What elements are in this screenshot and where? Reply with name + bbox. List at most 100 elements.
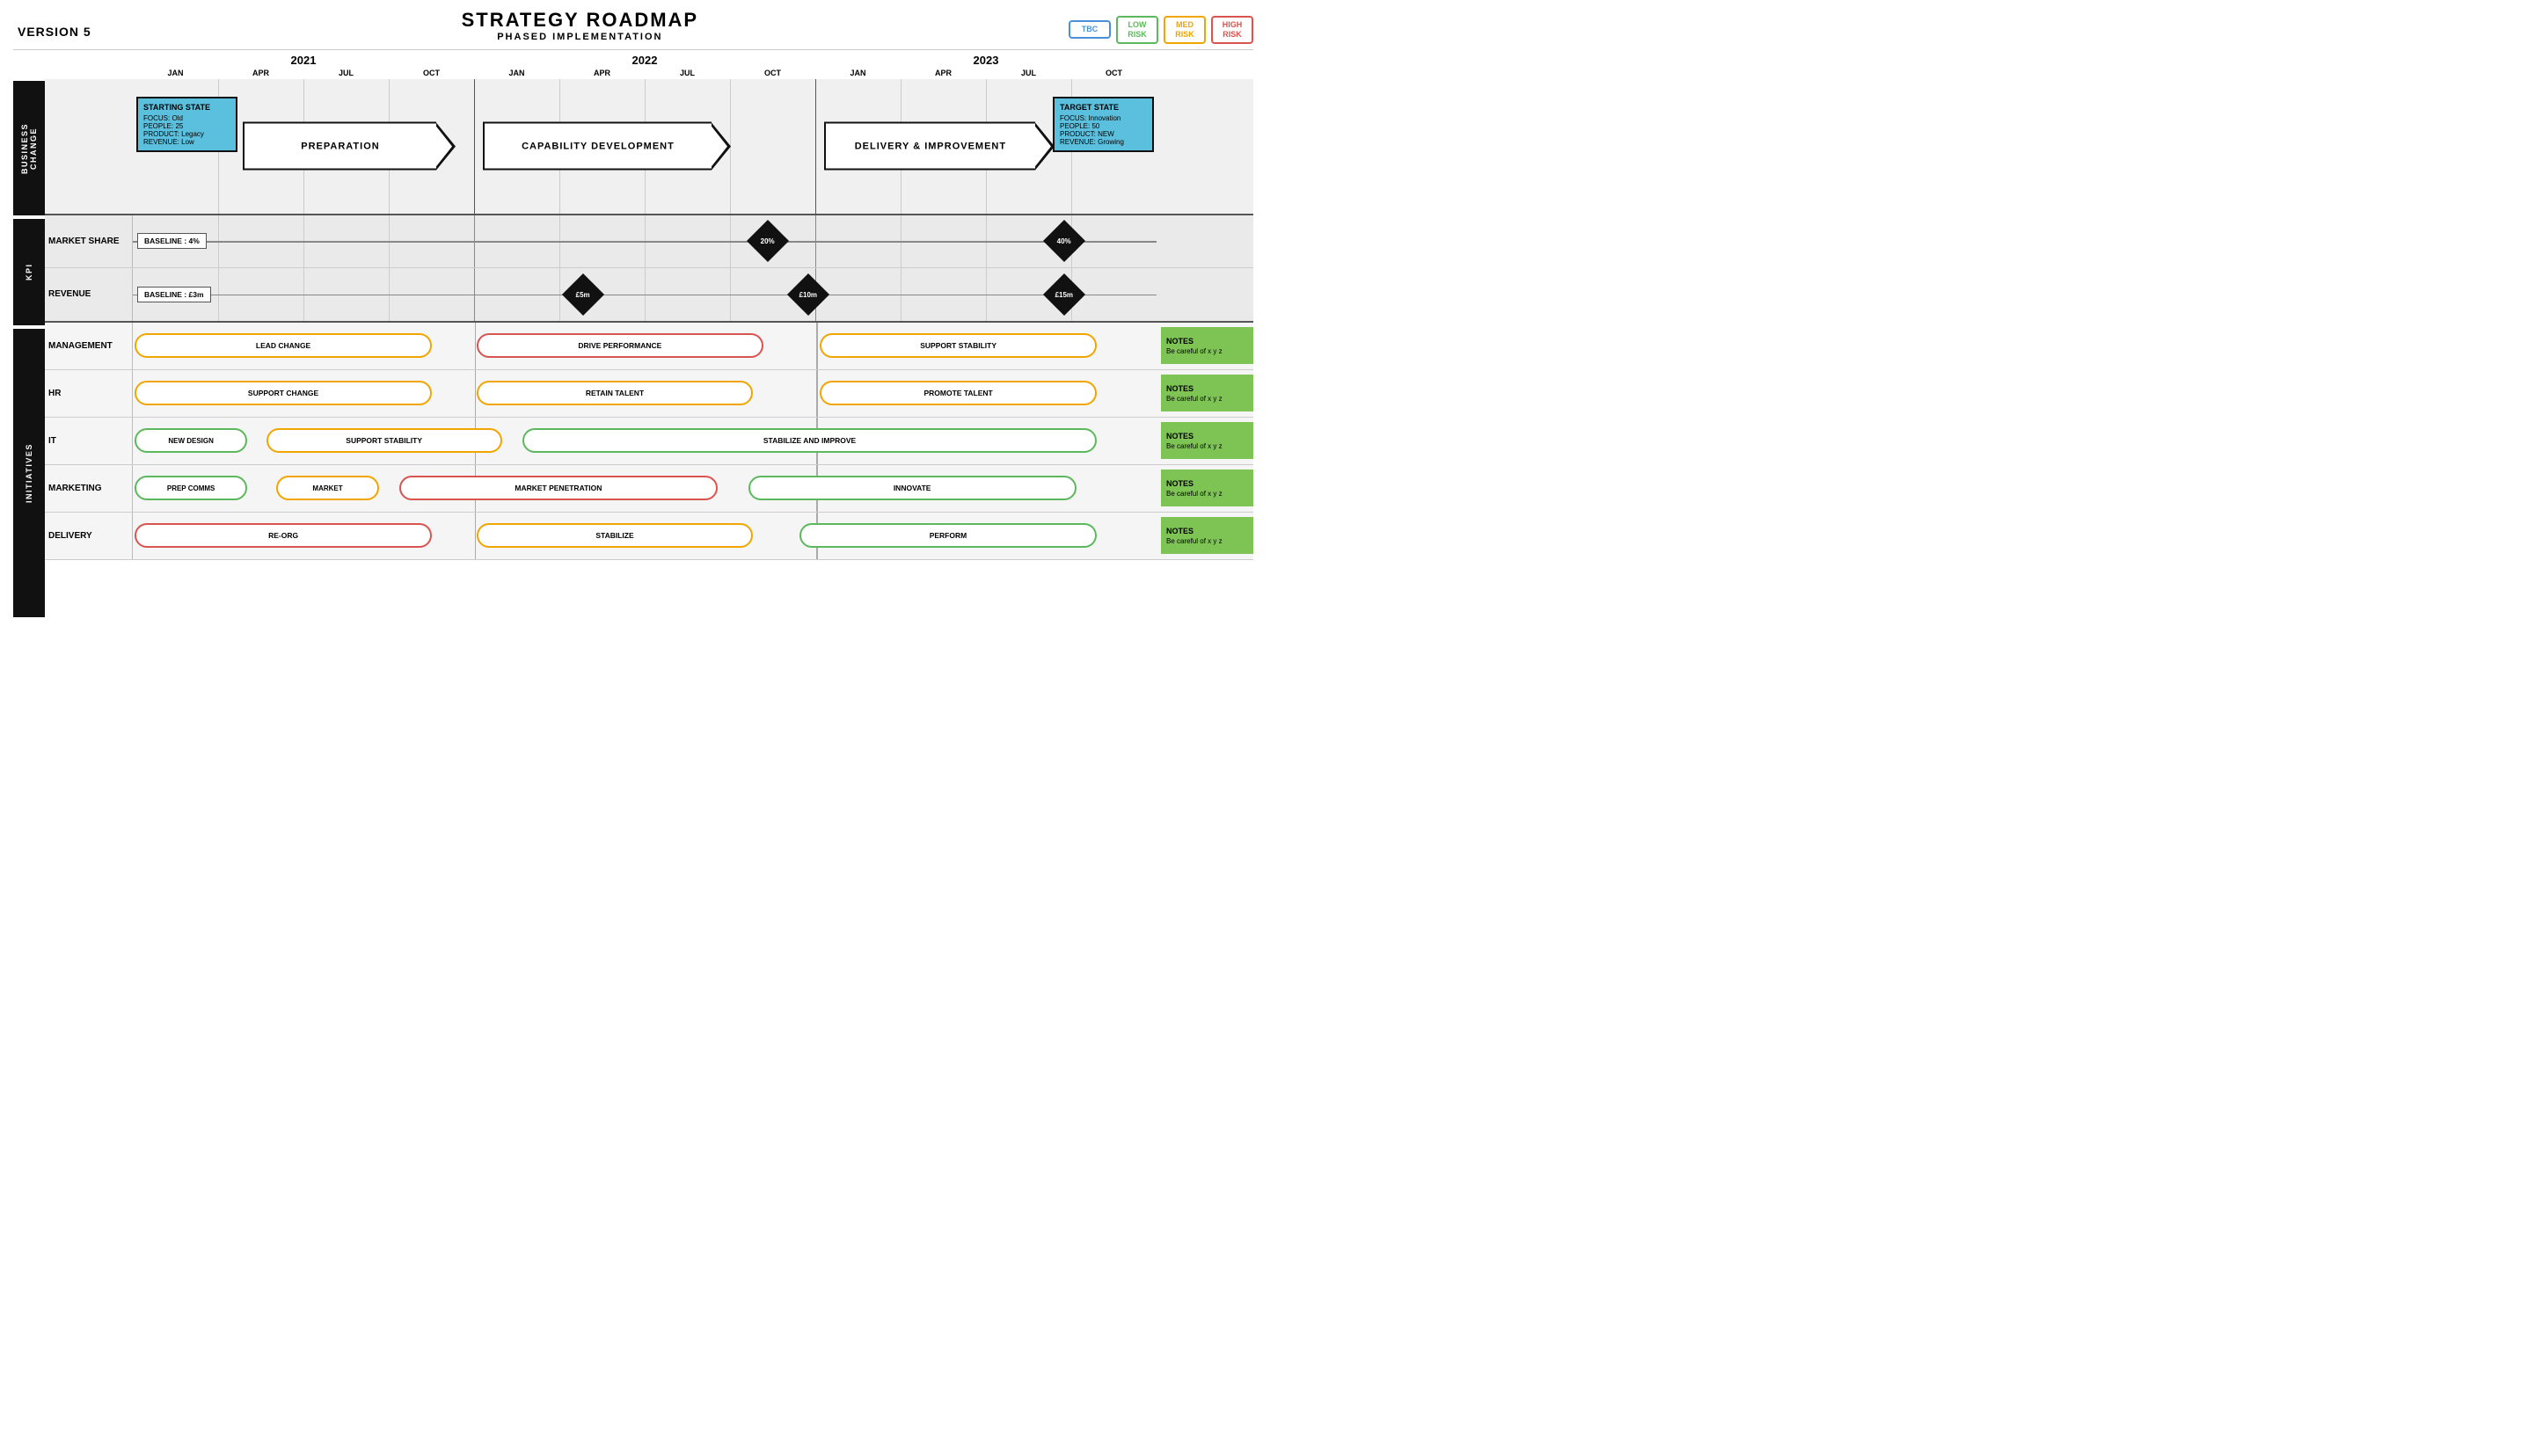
starting-state-title: STARTING STATE bbox=[143, 103, 230, 112]
month-apr-2023: APR bbox=[901, 69, 986, 77]
starting-state-revenue: REVENUE: Low bbox=[143, 138, 230, 146]
target-state-box: TARGET STATE FOCUS: Innovation PEOPLE: 5… bbox=[1053, 97, 1154, 152]
target-state-product: PRODUCT: NEW bbox=[1060, 130, 1147, 138]
section-label-business-change: BUSINESSCHANGE bbox=[13, 79, 45, 215]
marketing-notes-title: NOTES bbox=[1166, 479, 1248, 488]
kpi-market-share-baseline: BASELINE : 4% bbox=[137, 233, 207, 249]
month-oct-2021: OCT bbox=[389, 69, 474, 77]
management-drive-performance: DRIVE PERFORMANCE bbox=[477, 333, 763, 358]
hr-notes: NOTES Be careful of x y z bbox=[1161, 375, 1253, 411]
management-notes-title: NOTES bbox=[1166, 337, 1248, 346]
target-state-title: TARGET STATE bbox=[1060, 103, 1147, 112]
year-2023: 2023 bbox=[974, 54, 999, 67]
legend-area: TBC LOWRISK MEDRISK HIGHRISK bbox=[1069, 16, 1253, 44]
month-jan-2021: JAN bbox=[133, 69, 218, 77]
month-jul-2023: JUL bbox=[986, 69, 1071, 77]
it-notes-text: Be careful of x y z bbox=[1166, 442, 1248, 450]
kpi-revenue-row: REVENUE bbox=[45, 268, 1253, 321]
kpi-revenue-15m: £15m bbox=[1043, 273, 1085, 316]
starting-state-people: PEOPLE: 25 bbox=[143, 122, 230, 130]
kpi-market-share-label: MARKET SHARE bbox=[45, 215, 133, 267]
initiatives-it-row: IT NEW DESIGN SUPPORT STABILITY STABILIZ… bbox=[45, 418, 1253, 465]
hr-notes-text: Be careful of x y z bbox=[1166, 395, 1248, 403]
target-state-focus: FOCUS: Innovation bbox=[1060, 114, 1147, 122]
kpi-market-share-20pct: 20% bbox=[747, 220, 789, 262]
delivery-notes-title: NOTES bbox=[1166, 527, 1248, 535]
kpi-revenue-timeline: BASELINE : £3m £5m £10m £15m bbox=[133, 268, 1157, 321]
hr-promote-talent: PROMOTE TALENT bbox=[820, 381, 1097, 405]
starting-state-product: PRODUCT: Legacy bbox=[143, 130, 230, 138]
management-notes-text: Be careful of x y z bbox=[1166, 347, 1248, 355]
delivery-label: DELIVERY bbox=[45, 513, 133, 559]
it-support-stability: SUPPORT STABILITY bbox=[266, 428, 502, 453]
legend-high: HIGHRISK bbox=[1211, 16, 1253, 44]
marketing-market-penetration: MARKET PENETRATION bbox=[399, 476, 717, 500]
it-timeline: NEW DESIGN SUPPORT STABILITY STABILIZE A… bbox=[133, 418, 1158, 464]
marketing-market: MARKET bbox=[276, 476, 379, 500]
month-oct-2023: OCT bbox=[1071, 69, 1157, 77]
delivery-improvement-arrow: DELIVERY & IMPROVEMENT bbox=[824, 122, 1035, 171]
marketing-prep-comms: PREP COMMS bbox=[135, 476, 247, 500]
title-block: STRATEGY ROADMAP PHASED IMPLEMENTATION bbox=[91, 9, 1069, 42]
delivery-re-org: RE-ORG bbox=[135, 523, 432, 548]
month-jan-2023: JAN bbox=[815, 69, 901, 77]
hr-support-change: SUPPORT CHANGE bbox=[135, 381, 432, 405]
kpi-market-share-40pct: 40% bbox=[1043, 220, 1085, 262]
it-label: IT bbox=[45, 418, 133, 464]
marketing-label: MARKETING bbox=[45, 465, 133, 512]
initiatives-management-row: MANAGEMENT LEAD CHANGE DRIVE PERFORMANCE… bbox=[45, 323, 1253, 370]
legend-med: MEDRISK bbox=[1164, 16, 1206, 44]
management-notes: NOTES Be careful of x y z bbox=[1161, 327, 1253, 364]
preparation-arrow: PREPARATION bbox=[243, 122, 436, 171]
timeline-header: 2021 JAN APR JUL OCT 2022 JAN APR JUL OC… bbox=[13, 54, 1253, 77]
page-title: STRATEGY ROADMAP bbox=[91, 9, 1069, 32]
management-support-stability: SUPPORT STABILITY bbox=[820, 333, 1097, 358]
kpi-revenue-5m: £5m bbox=[562, 273, 604, 316]
header: VERSION 5 STRATEGY ROADMAP PHASED IMPLEM… bbox=[13, 9, 1253, 44]
it-stabilize-improve: STABILIZE AND IMPROVE bbox=[522, 428, 1097, 453]
kpi-revenue-baseline: BASELINE : £3m bbox=[137, 287, 211, 302]
month-jan-2022: JAN bbox=[474, 69, 559, 77]
capability-development-arrow: CAPABILITY DEVELOPMENT bbox=[483, 122, 712, 171]
starting-state-focus: FOCUS: Old bbox=[143, 114, 230, 122]
starting-state-box: STARTING STATE FOCUS: Old PEOPLE: 25 PRO… bbox=[136, 97, 237, 152]
marketing-notes-text: Be careful of x y z bbox=[1166, 490, 1248, 498]
kpi-market-share-timeline: BASELINE : 4% 20% 40% bbox=[133, 215, 1157, 267]
initiatives-section: MANAGEMENT LEAD CHANGE DRIVE PERFORMANCE… bbox=[45, 323, 1253, 560]
marketing-notes: NOTES Be careful of x y z bbox=[1161, 470, 1253, 506]
delivery-timeline: RE-ORG STABILIZE PERFORM bbox=[133, 513, 1158, 559]
section-label-initiatives: INITIATIVES bbox=[13, 327, 45, 617]
delivery-stabilize: STABILIZE bbox=[477, 523, 754, 548]
section-label-kpi: KPI bbox=[13, 217, 45, 325]
delivery-notes: NOTES Be careful of x y z bbox=[1161, 517, 1253, 554]
delivery-notes-text: Be careful of x y z bbox=[1166, 537, 1248, 545]
kpi-market-share-row: MARKET SHARE bbox=[45, 215, 1253, 268]
hr-timeline: SUPPORT CHANGE RETAIN TALENT PROMOTE TAL… bbox=[133, 370, 1158, 417]
legend-tbc: TBC bbox=[1069, 20, 1111, 39]
main-content: BUSINESSCHANGE KPI INITIATIVES bbox=[13, 79, 1253, 617]
header-divider bbox=[13, 49, 1253, 50]
target-state-people: PEOPLE: 50 bbox=[1060, 122, 1147, 130]
month-apr-2022: APR bbox=[559, 69, 645, 77]
management-lead-change: LEAD CHANGE bbox=[135, 333, 432, 358]
it-notes-title: NOTES bbox=[1166, 432, 1248, 440]
legend-low: LOWRISK bbox=[1116, 16, 1158, 44]
marketing-innovate: INNOVATE bbox=[748, 476, 1077, 500]
kpi-revenue-10m: £10m bbox=[787, 273, 829, 316]
management-label: MANAGEMENT bbox=[45, 323, 133, 369]
delivery-perform: PERFORM bbox=[799, 523, 1097, 548]
month-jul-2021: JUL bbox=[303, 69, 389, 77]
year-2022: 2022 bbox=[632, 54, 658, 67]
version-label: VERSION 5 bbox=[18, 25, 91, 39]
kpi-revenue-label: REVENUE bbox=[45, 268, 133, 321]
content-body: STARTING STATE FOCUS: Old PEOPLE: 25 PRO… bbox=[45, 79, 1253, 617]
section-labels: BUSINESSCHANGE KPI INITIATIVES bbox=[13, 79, 45, 617]
kpi-section: MARKET SHARE bbox=[45, 215, 1253, 323]
month-apr-2021: APR bbox=[218, 69, 303, 77]
target-state-revenue: REVENUE: Growing bbox=[1060, 138, 1147, 146]
marketing-timeline: PREP COMMS MARKET MARKET PENETRATION INN… bbox=[133, 465, 1158, 512]
it-new-design: NEW DESIGN bbox=[135, 428, 247, 453]
business-change-section: STARTING STATE FOCUS: Old PEOPLE: 25 PRO… bbox=[45, 79, 1253, 215]
management-timeline: LEAD CHANGE DRIVE PERFORMANCE SUPPORT ST… bbox=[133, 323, 1158, 369]
page-subtitle: PHASED IMPLEMENTATION bbox=[91, 32, 1069, 42]
